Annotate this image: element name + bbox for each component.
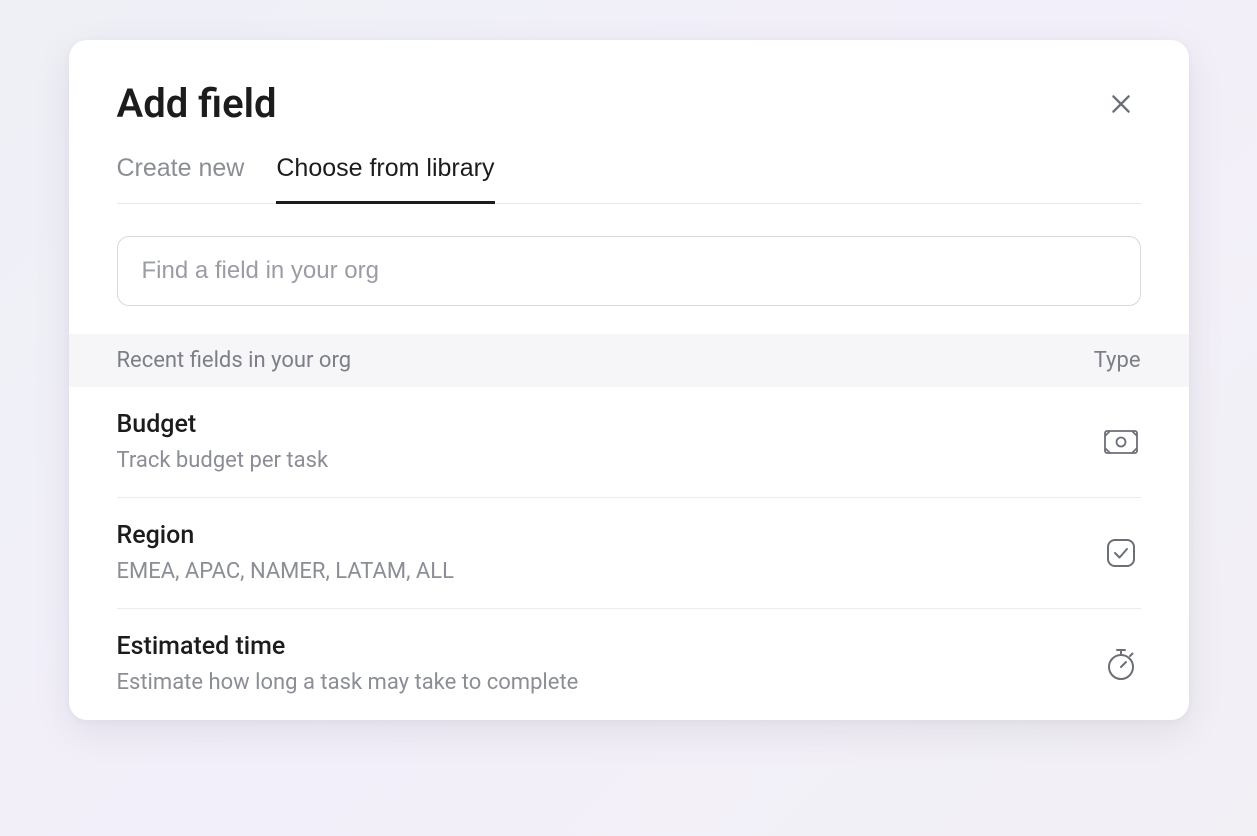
modal-header: Add field Create new Choose from library [69,40,1189,204]
field-name: Estimated time [117,631,1077,664]
currency-icon [1101,422,1141,462]
tab-create-new[interactable]: Create new [117,154,245,204]
add-field-modal: Add field Create new Choose from library… [69,40,1189,720]
field-row-region[interactable]: Region EMEA, APAC, NAMER, LATAM, ALL [117,498,1141,609]
field-row-budget[interactable]: Budget Track budget per task [117,387,1141,498]
section-label: Recent fields in your org [117,348,352,373]
field-description: Track budget per task [117,446,1077,476]
close-button[interactable] [1101,84,1141,124]
field-list: Budget Track budget per task Region EMEA… [69,387,1189,720]
section-header: Recent fields in your org Type [69,334,1189,387]
field-row-text: Budget Track budget per task [117,409,1077,475]
title-row: Add field [117,82,1141,126]
field-name: Budget [117,409,1077,442]
modal-title: Add field [117,82,277,126]
field-description: EMEA, APAC, NAMER, LATAM, ALL [117,557,1077,587]
field-description: Estimate how long a task may take to com… [117,668,1077,698]
section-type-label: Type [1094,348,1141,373]
tab-choose-from-library[interactable]: Choose from library [276,154,494,204]
select-icon [1101,533,1141,573]
search-input[interactable] [117,236,1141,306]
stopwatch-icon [1101,644,1141,684]
close-icon [1108,91,1134,117]
search-wrap [69,204,1189,334]
tabs: Create new Choose from library [117,154,1141,204]
field-row-estimated-time[interactable]: Estimated time Estimate how long a task … [117,609,1141,719]
field-row-text: Region EMEA, APAC, NAMER, LATAM, ALL [117,520,1077,586]
field-name: Region [117,520,1077,553]
field-row-text: Estimated time Estimate how long a task … [117,631,1077,697]
